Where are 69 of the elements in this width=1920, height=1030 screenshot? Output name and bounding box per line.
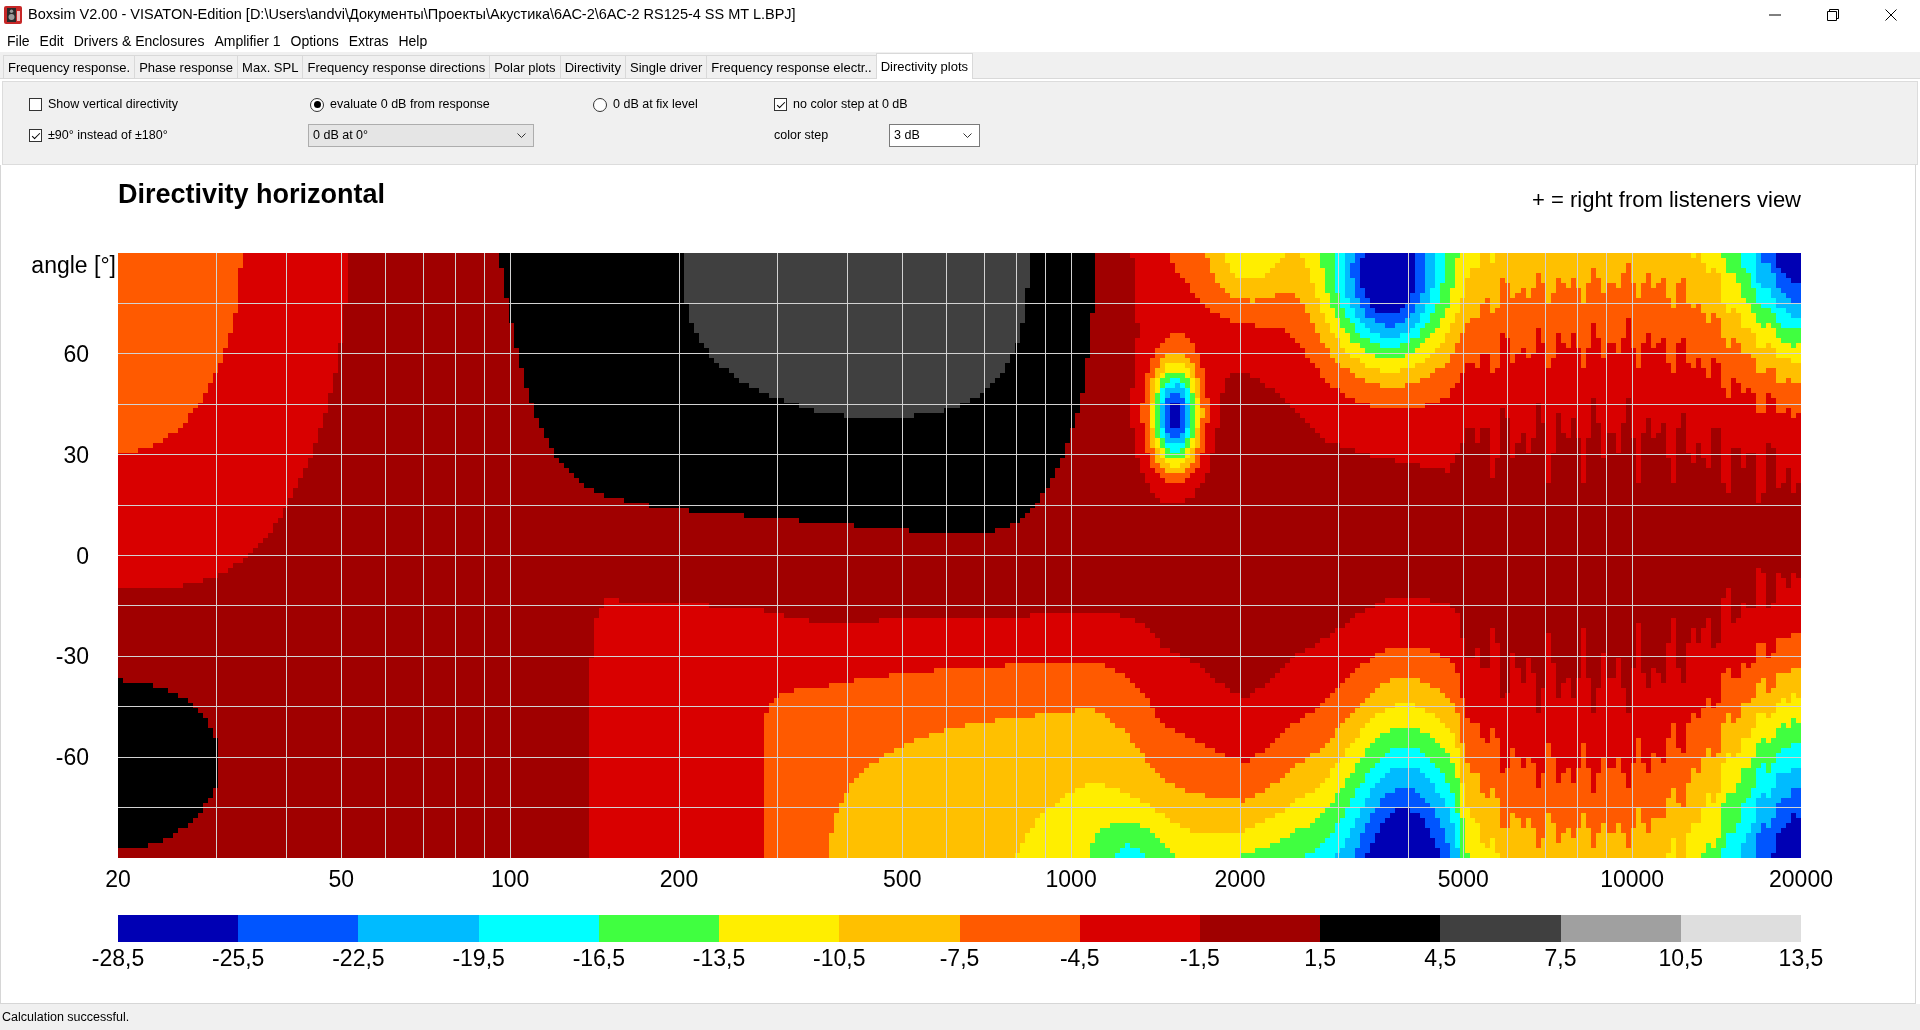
legend-label: -22,5 [332, 945, 385, 971]
radio-label[interactable]: 0 dB at fix level [613, 95, 698, 114]
axis-tick-label: 30 [63, 442, 89, 467]
tab[interactable]: Frequency response. [3, 55, 136, 78]
radio-label[interactable]: evaluate 0 dB from response [330, 95, 490, 114]
axis-tick-label: 10000 [1600, 866, 1665, 892]
legend-label: -25,5 [212, 945, 265, 971]
tab[interactable]: Polar plots [489, 55, 561, 78]
legend-label: -28,5 [91, 945, 145, 971]
tab[interactable]: Directivity [559, 55, 626, 78]
axis-tick-label: 20 [105, 866, 131, 892]
radio-button[interactable] [310, 97, 324, 112]
axis-tick-label: 0 [76, 543, 89, 568]
legend-label: 1,5 [1304, 945, 1337, 971]
checkbox-label[interactable]: Show vertical directivity [48, 95, 178, 114]
minimize-icon [1769, 14, 1781, 16]
legend-label: 4,5 [1424, 945, 1457, 971]
restore-icon [1827, 9, 1839, 21]
legend-label: -4,5 [1059, 945, 1100, 971]
axis-label: angle [°] [31, 253, 117, 277]
chart-title: Directivity horizontal [118, 178, 386, 210]
legend-label: -19,5 [452, 945, 505, 971]
dropdown[interactable]: 0 dB at 0° [308, 124, 534, 147]
legend-label: 7,5 [1544, 945, 1577, 971]
window-title: Boxsim V2.00 - VISATON-Edition [D:\Users\andvi\Документы\Проекты\Акустика\6АС-2\6АС-2 RS125-4 SS MT L.BPJ] [28, 5, 796, 25]
axis-tick-label: 500 [883, 866, 922, 892]
legend-label: -7,5 [939, 945, 980, 971]
speaker-icon [4, 6, 22, 24]
chevron-down-icon [517, 133, 526, 138]
axis-tick-label: 60 [63, 341, 89, 366]
axis-tick-label: 2000 [1214, 866, 1266, 892]
legend-label: 13,5 [1778, 945, 1824, 971]
dropdown[interactable]: 3 dB [889, 124, 980, 147]
chart-note: + = right from listeners view [1532, 187, 1801, 213]
field-label: color step [774, 127, 830, 145]
checkbox[interactable] [774, 98, 787, 111]
chevron-down-icon [963, 133, 972, 138]
legend-label: 10,5 [1658, 945, 1704, 971]
menu-item[interactable]: Drivers & Enclosures [68, 31, 210, 51]
axis-tick-label: 20000 [1769, 866, 1833, 892]
axis-tick-label: -60 [55, 745, 89, 770]
legend-label: -16,5 [572, 945, 626, 971]
axis-tick-label: -30 [55, 644, 89, 669]
axis-tick-label: 50 [328, 866, 355, 892]
legend-label: -10,5 [813, 945, 866, 971]
menu-item[interactable]: Help [393, 31, 433, 51]
axis-tick-label: 100 [490, 866, 530, 892]
tab[interactable]: Frequency response directions [302, 55, 491, 78]
checkbox[interactable] [29, 129, 42, 142]
radio-button[interactable] [593, 97, 607, 112]
legend-label: -1,5 [1180, 945, 1220, 971]
checkbox[interactable] [29, 98, 42, 111]
tab[interactable]: Frequency response electr.. [706, 55, 877, 78]
axis-tick-label: 1000 [1045, 866, 1097, 892]
tab[interactable]: Single driver [624, 55, 708, 78]
tab[interactable]: Phase response [134, 55, 239, 78]
checkbox-label[interactable]: no color step at 0 dB [793, 95, 908, 114]
status-text: Calculation successful. [2, 1008, 130, 1026]
tab[interactable]: Directivity plots [875, 53, 974, 79]
menu-item[interactable]: Extras [343, 31, 394, 51]
checkbox-label[interactable]: ±90° instead of ±180° [48, 126, 168, 145]
close-icon [1885, 9, 1897, 21]
axis-tick-label: 200 [659, 866, 699, 892]
legend-label: -13,5 [692, 945, 746, 971]
menu-item[interactable]: Options [285, 31, 344, 51]
menu-item[interactable]: Amplifier 1 [209, 31, 286, 51]
axis-tick-label: 5000 [1437, 866, 1489, 892]
menu-item[interactable]: Edit [34, 31, 69, 51]
menu-item[interactable]: File [2, 31, 35, 51]
